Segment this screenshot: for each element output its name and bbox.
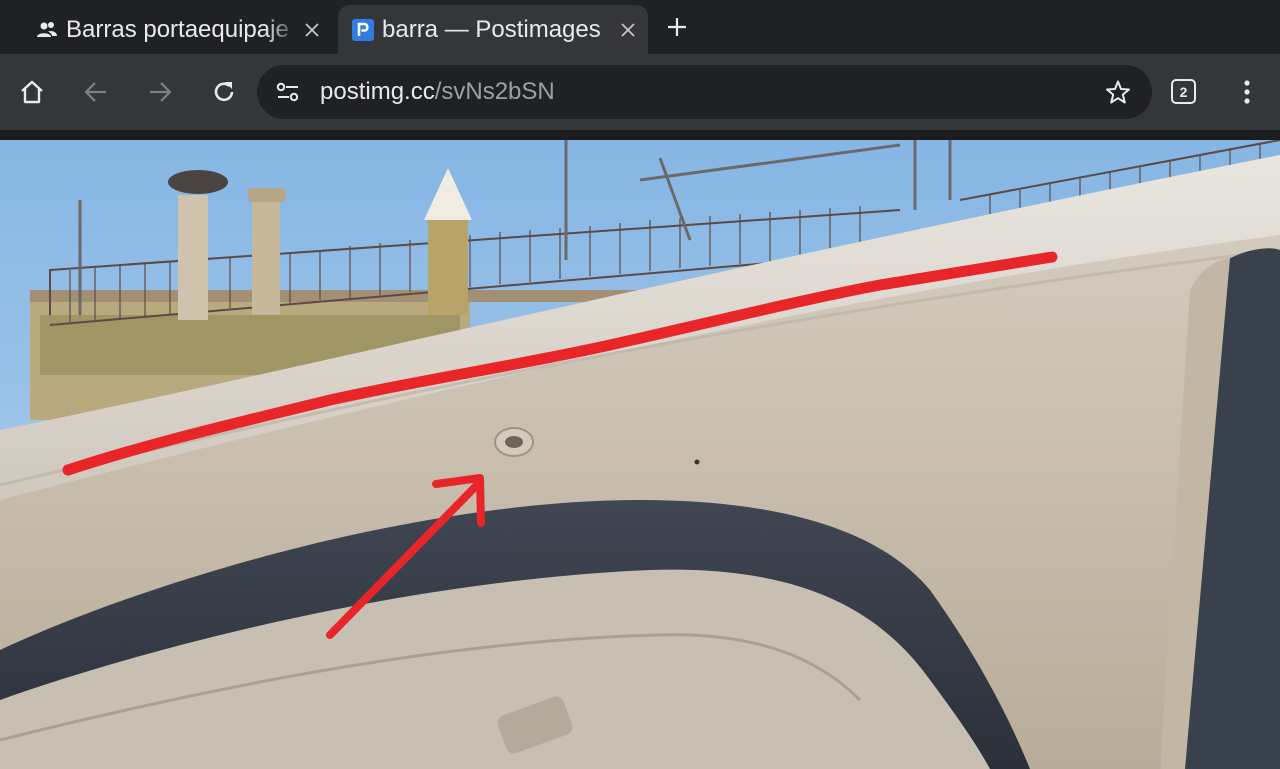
toolbar-divider (0, 130, 1280, 140)
tab-title: barra — Postimages (382, 15, 601, 43)
group-icon (37, 21, 57, 37)
more-menu-icon[interactable] (1236, 78, 1258, 106)
tab-switcher-button[interactable]: 2 (1171, 79, 1196, 104)
reload-button[interactable] (208, 76, 240, 108)
screw-hole (494, 427, 534, 457)
url-text[interactable]: postimg.cc/svNs2bSN (320, 78, 555, 106)
tab-strip: Barras portaequipaje barra — Postimages (0, 0, 1280, 54)
tab-barra-postimages[interactable]: barra — Postimages (338, 5, 648, 54)
forward-arrow-icon (150, 82, 172, 102)
close-tab-icon[interactable] (616, 18, 640, 42)
back-arrow-icon (84, 82, 106, 102)
reload-icon (214, 82, 234, 102)
site-info-icon[interactable] (275, 80, 301, 104)
bookmark-star-icon[interactable] (1105, 79, 1131, 105)
new-tab-button[interactable] (662, 12, 692, 42)
home-button[interactable] (16, 76, 48, 108)
tab-count: 2 (1179, 83, 1188, 100)
home-icon (21, 80, 43, 104)
address-bar[interactable]: postimg.cc/svNs2bSN (257, 65, 1152, 119)
image-viewer (0, 140, 1280, 769)
browser-toolbar: postimg.cc/svNs2bSN 2 (0, 54, 1280, 130)
close-tab-icon[interactable] (300, 18, 324, 42)
tab-barras-portaequipaje[interactable]: Barras portaequipaje (22, 5, 332, 54)
url-host: postimg.cc (320, 78, 435, 105)
back-button[interactable] (80, 76, 112, 108)
car-roof-photo (0, 140, 1280, 769)
url-path: /svNs2bSN (434, 78, 555, 105)
postimages-favicon-icon (352, 18, 374, 41)
plus-icon (668, 18, 686, 36)
forward-button[interactable] (144, 76, 176, 108)
tab-title: Barras portaequipaje (66, 15, 289, 43)
